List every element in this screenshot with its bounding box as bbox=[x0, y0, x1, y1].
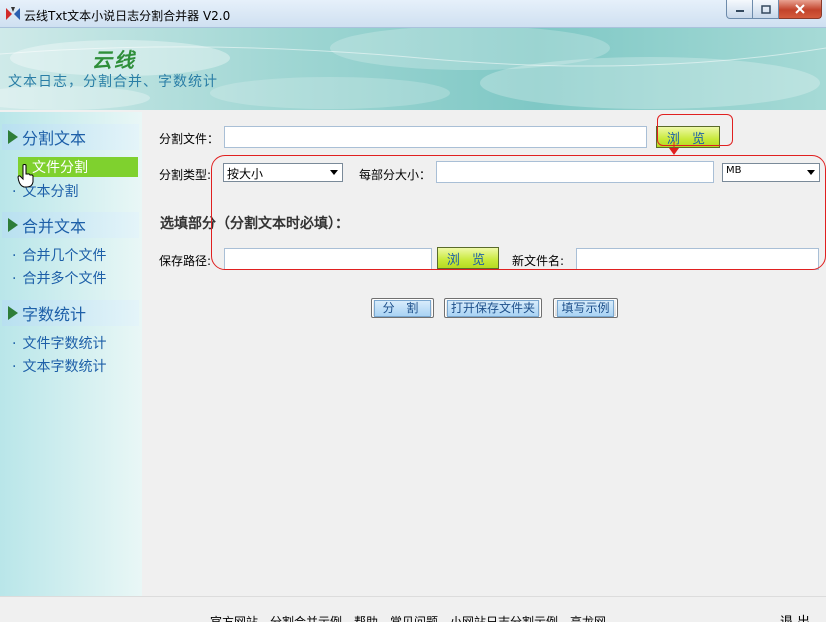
footer-links[interactable]: 官方网站 分割合并示例 帮助 常见问题 小网站日志分割示例 高龙网 bbox=[210, 613, 606, 622]
split-file-input[interactable] bbox=[224, 126, 647, 148]
sidebar-section-count[interactable]: 字数统计 bbox=[2, 300, 139, 326]
bullet-icon: · bbox=[12, 336, 17, 352]
title-bar: 云线Txt文本小说日志分割合并器 V2.0 bbox=[0, 0, 826, 28]
app-icon bbox=[6, 7, 20, 20]
banner-slogan: 文本日志，分割合并、字数统计 bbox=[8, 74, 218, 90]
annotation-arrow-icon bbox=[669, 142, 679, 155]
sidebar-item-label: 合并多个文件 bbox=[22, 271, 107, 287]
sidebar-item-label: 文件分割 bbox=[32, 160, 88, 176]
maximize-icon bbox=[760, 4, 771, 14]
window-title: 云线Txt文本小说日志分割合并器 V2.0 bbox=[24, 9, 231, 23]
sidebar-item-file-count[interactable]: · 文件字数统计 bbox=[12, 333, 106, 353]
split-button[interactable]: 分 割 bbox=[371, 298, 434, 318]
sidebar-item-label: 文件字数统计 bbox=[22, 336, 107, 352]
sidebar-item-file-split[interactable]: 文件分割 bbox=[18, 157, 138, 177]
annotation-highlight-options bbox=[211, 155, 826, 270]
sidebar-item-merge-many[interactable]: · 合并多个文件 bbox=[12, 268, 106, 288]
minimize-icon bbox=[735, 10, 744, 12]
save-path-label: 保存路径: bbox=[159, 254, 212, 268]
bullet-icon: · bbox=[12, 248, 17, 264]
header-banner: 云线 文本日志，分割合并、字数统计 bbox=[0, 28, 826, 110]
bullet-icon: · bbox=[12, 184, 17, 200]
hand-cursor-icon bbox=[17, 164, 34, 188]
section-arrow-icon bbox=[8, 130, 18, 144]
window-controls bbox=[726, 0, 822, 20]
section-arrow-icon bbox=[8, 218, 18, 232]
banner-logo: 云线 bbox=[92, 48, 136, 72]
bullet-icon: · bbox=[12, 271, 17, 287]
split-type-label: 分割类型: bbox=[159, 168, 212, 182]
sidebar-item-label: 合并几个文件 bbox=[22, 248, 107, 264]
fill-example-button[interactable]: 填写示例 bbox=[553, 298, 618, 318]
sidebar-item-text-count[interactable]: · 文本字数统计 bbox=[12, 356, 106, 376]
footer: 官方网站 分割合并示例 帮助 常见问题 小网站日志分割示例 高龙网 退出 bbox=[0, 596, 826, 622]
split-button-label: 分 割 bbox=[373, 299, 432, 317]
sidebar-section-label: 分割文本 bbox=[22, 129, 87, 148]
section-arrow-icon bbox=[8, 306, 18, 320]
sidebar-section-label: 合并文本 bbox=[22, 217, 87, 236]
close-button[interactable] bbox=[779, 0, 822, 19]
split-file-label: 分割文件： bbox=[159, 132, 220, 146]
open-save-folder-label: 打开保存文件夹 bbox=[446, 299, 539, 317]
sidebar-section-merge[interactable]: 合并文本 bbox=[2, 212, 139, 238]
sidebar-section-label: 字数统计 bbox=[22, 305, 87, 324]
maximize-button[interactable] bbox=[753, 0, 779, 19]
sidebar-section-split[interactable]: 分割文本 bbox=[2, 124, 139, 150]
close-icon bbox=[795, 4, 805, 14]
sidebar-item-label: 文本字数统计 bbox=[22, 359, 107, 375]
fill-example-label: 填写示例 bbox=[557, 299, 614, 317]
bullet-icon: · bbox=[12, 359, 17, 375]
sidebar-item-merge-few[interactable]: · 合并几个文件 bbox=[12, 245, 106, 265]
exit-button[interactable]: 退出 bbox=[780, 611, 814, 622]
minimize-button[interactable] bbox=[726, 0, 753, 19]
open-save-folder-button[interactable]: 打开保存文件夹 bbox=[444, 298, 542, 318]
